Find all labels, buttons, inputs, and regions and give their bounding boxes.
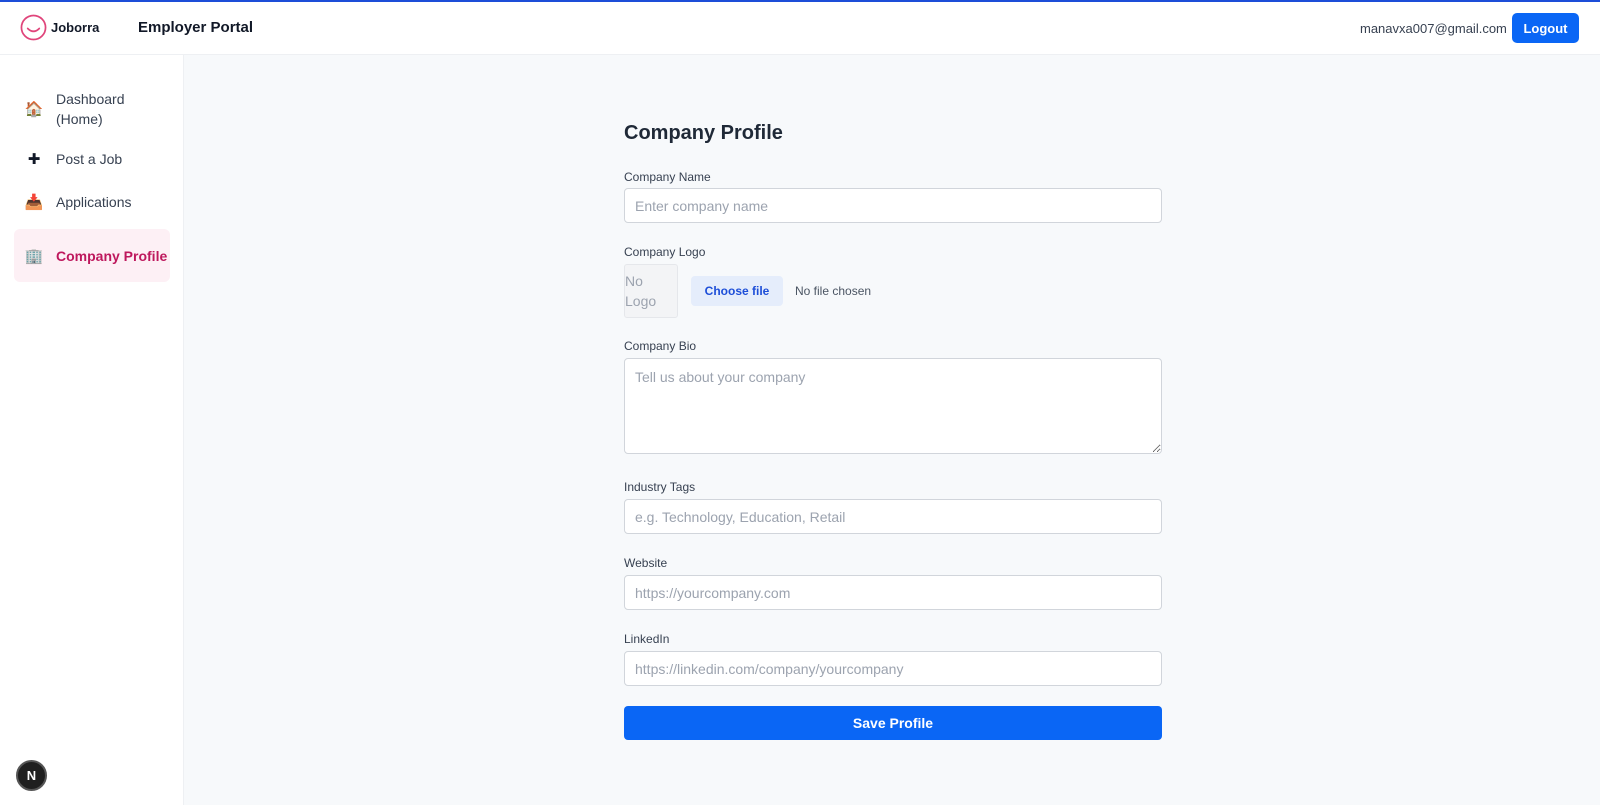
sidebar-item-label: Post a Job — [56, 151, 123, 167]
portal-title: Employer Portal — [138, 19, 254, 36]
company-logo-label: Company Logo — [624, 245, 706, 259]
office-building-icon: 🏢 — [24, 247, 44, 265]
industry-tags-input[interactable] — [624, 499, 1162, 534]
industry-tags-label: Industry Tags — [624, 480, 696, 494]
sidebar-item-label: Applications — [56, 194, 132, 210]
sidebar-item-label: Company Profile — [56, 247, 168, 264]
brand-name: Joborra — [51, 20, 100, 35]
dev-tools-badge[interactable]: N — [16, 760, 47, 791]
website-input[interactable] — [624, 575, 1162, 610]
file-status: No file chosen — [795, 284, 872, 298]
company-name-label: Company Name — [624, 170, 711, 184]
website-label: Website — [624, 556, 668, 570]
plus-icon: ✚ — [27, 151, 41, 168]
choose-file-button[interactable]: Choose file — [691, 276, 783, 306]
save-profile-button[interactable]: Save Profile — [624, 706, 1162, 740]
company-name-input[interactable] — [624, 188, 1162, 223]
page-title: Company Profile — [624, 122, 783, 144]
logo-preview: No Logo — [624, 264, 678, 318]
top-bar: Joborra Employer Portal manavxa007@gmail… — [0, 0, 1600, 55]
house-icon: 🏠 — [24, 101, 44, 118]
linkedin-label: LinkedIn — [624, 632, 670, 646]
smile-circle-icon — [20, 14, 47, 41]
sidebar-item-post-job[interactable]: ✚ Post a Job — [14, 147, 170, 171]
inbox-tray-icon: 📥 — [24, 194, 44, 211]
company-bio-label: Company Bio — [624, 339, 697, 353]
sidebar-item-applications[interactable]: 📥 Applications — [14, 190, 170, 214]
logout-button[interactable]: Logout — [1512, 13, 1579, 43]
user-email: manavxa007@gmail.com — [1360, 21, 1507, 36]
sidebar-item-company-profile[interactable]: 🏢 Company Profile — [14, 229, 170, 282]
brand[interactable]: Joborra — [20, 14, 99, 41]
sidebar-item-label: Dashboard (Home) — [56, 91, 125, 127]
company-bio-textarea[interactable] — [624, 358, 1162, 454]
sidebar-item-dashboard[interactable]: 🏠 Dashboard (Home) — [14, 87, 170, 131]
sidebar: 🏠 Dashboard (Home) ✚ Post a Job 📥 Applic… — [0, 55, 184, 805]
linkedin-input[interactable] — [624, 651, 1162, 686]
